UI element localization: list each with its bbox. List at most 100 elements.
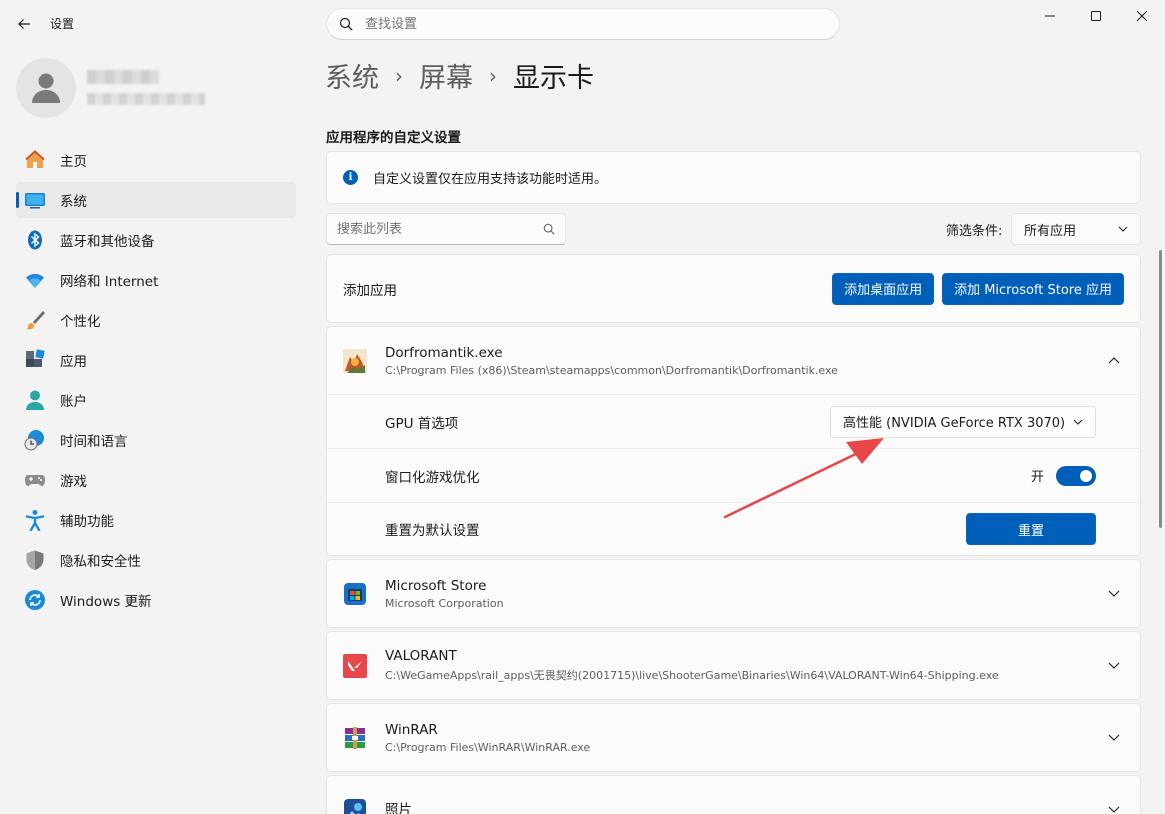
- back-button[interactable]: [10, 10, 38, 38]
- gpu-preference-value: 高性能 (NVIDIA GeForce RTX 3070): [843, 416, 1066, 431]
- app-card-winrar[interactable]: WinRAR C:\Program Files\WinRAR\WinRAR.ex…: [326, 703, 1141, 772]
- sidebar-item-label: 蓝牙和其他设备: [60, 234, 155, 250]
- section-title: 应用程序的自定义设置: [326, 130, 461, 146]
- back-arrow-icon: [18, 19, 30, 29]
- chevron-down-icon[interactable]: [1106, 730, 1122, 746]
- app-path: C:\Program Files (x86)\Steam\steamapps\c…: [385, 363, 838, 377]
- add-app-label: 添加应用: [343, 282, 397, 299]
- chevron-down-icon[interactable]: [1106, 802, 1122, 814]
- settings-search[interactable]: [326, 8, 840, 40]
- app-title: 设置: [50, 17, 75, 31]
- avatar[interactable]: [16, 58, 76, 118]
- filter-dropdown[interactable]: 所有应用: [1011, 213, 1141, 245]
- wifi-icon: [24, 269, 46, 291]
- list-search-input[interactable]: [337, 221, 543, 237]
- app-card-valorant[interactable]: VALORANT C:\WeGameApps\rail_apps\无畏契约(20…: [326, 631, 1141, 700]
- minimize-button[interactable]: [1027, 0, 1073, 32]
- minimize-icon: [1045, 15, 1055, 17]
- windowed-optimization-toggle-wrap: 开: [1030, 465, 1096, 486]
- chevron-down-icon: [1073, 419, 1083, 425]
- sidebar-item-label: 账户: [60, 394, 87, 410]
- app-card-photos[interactable]: 照片: [326, 775, 1141, 814]
- breadcrumb-system[interactable]: 系统: [325, 56, 379, 95]
- sidebar-item-label: 隐私和安全性: [60, 554, 141, 570]
- time-language-icon: [24, 429, 46, 451]
- sidebar-item-time-language[interactable]: 时间和语言: [16, 422, 296, 458]
- close-icon: [1137, 11, 1147, 21]
- maximize-button[interactable]: [1073, 0, 1119, 32]
- update-icon: [24, 589, 46, 611]
- filter-label: 筛选条件:: [946, 224, 1003, 239]
- sidebar-item-home[interactable]: 主页: [16, 142, 296, 178]
- add-desktop-app-button[interactable]: 添加桌面应用: [832, 272, 935, 305]
- profile-email-redacted: [87, 93, 205, 105]
- breadcrumb: 系统 › 屏幕 › 显示卡: [325, 56, 594, 95]
- sidebar-item-accounts[interactable]: 账户: [16, 382, 296, 418]
- gpu-preference-label: GPU 首选项: [385, 415, 459, 432]
- sidebar-item-personalization[interactable]: 个性化: [16, 302, 296, 338]
- chevron-down-icon: [1118, 226, 1128, 232]
- home-icon: [24, 149, 46, 171]
- app-card-microsoft-store[interactable]: Microsoft Store Microsoft Corporation: [326, 559, 1141, 628]
- account-icon: [24, 389, 46, 411]
- sidebar-item-gaming[interactable]: 游戏: [16, 462, 296, 498]
- windowed-optimization-toggle[interactable]: [1056, 465, 1096, 486]
- info-text: 自定义设置仅在应用支持该功能时适用。: [373, 172, 608, 187]
- sidebar: 主页 系统 蓝牙和其他设备 网络和 Internet 个性化 应用 账户 时间和…: [16, 142, 296, 622]
- breadcrumb-separator-icon: ›: [489, 63, 497, 88]
- gpu-preference-dropdown[interactable]: 高性能 (NVIDIA GeForce RTX 3070): [830, 405, 1096, 438]
- valorant-icon: [343, 653, 367, 678]
- add-app-card: 添加应用 添加桌面应用 添加 Microsoft Store 应用: [326, 254, 1141, 323]
- search-icon: [339, 17, 353, 31]
- sidebar-item-label: 应用: [60, 354, 87, 370]
- scrollbar-thumb[interactable]: [1159, 250, 1162, 528]
- list-search[interactable]: [326, 213, 566, 245]
- sidebar-item-apps[interactable]: 应用: [16, 342, 296, 378]
- shield-icon: [24, 549, 46, 571]
- windowed-optimization-label: 窗口化游戏优化: [385, 469, 480, 486]
- app-card-header[interactable]: Dorfromantik.exe C:\Program Files (x86)\…: [327, 327, 1140, 395]
- info-icon: i: [343, 170, 358, 185]
- sidebar-item-windows-update[interactable]: Windows 更新: [16, 582, 296, 618]
- chevron-down-icon[interactable]: [1106, 658, 1122, 674]
- sidebar-item-network[interactable]: 网络和 Internet: [16, 262, 296, 298]
- sidebar-item-accessibility[interactable]: 辅助功能: [16, 502, 296, 538]
- photos-icon: [343, 798, 367, 814]
- accessibility-icon: [24, 509, 46, 531]
- breadcrumb-display[interactable]: 屏幕: [419, 56, 473, 95]
- sidebar-item-privacy[interactable]: 隐私和安全性: [16, 542, 296, 578]
- windowed-game-optimization-row: 窗口化游戏优化 开: [327, 449, 1140, 503]
- settings-search-input[interactable]: [365, 16, 805, 32]
- app-card-dorfromantik: Dorfromantik.exe C:\Program Files (x86)\…: [326, 326, 1141, 556]
- app-path: C:\Program Files\WinRAR\WinRAR.exe: [385, 740, 591, 754]
- sidebar-item-label: 系统: [60, 194, 87, 210]
- toggle-state-label: 开: [1030, 470, 1044, 485]
- sidebar-item-label: 辅助功能: [60, 514, 114, 530]
- add-store-app-button[interactable]: 添加 Microsoft Store 应用: [942, 272, 1124, 305]
- sidebar-item-system[interactable]: 系统: [16, 182, 296, 218]
- app-name: Dorfromantik.exe: [385, 344, 503, 361]
- app-name: 照片: [385, 802, 412, 814]
- app-path: Microsoft Corporation: [385, 596, 504, 610]
- microsoft-store-icon: [343, 582, 367, 606]
- dorfromantik-icon: [343, 348, 367, 373]
- chevron-up-icon[interactable]: [1106, 353, 1122, 369]
- chevron-down-icon[interactable]: [1106, 586, 1122, 602]
- system-icon: [24, 189, 46, 211]
- window-controls: [1027, 0, 1165, 32]
- close-button[interactable]: [1119, 0, 1165, 32]
- apps-icon: [24, 349, 46, 371]
- sidebar-item-label: 网络和 Internet: [60, 274, 159, 290]
- bluetooth-icon: [24, 229, 46, 251]
- app-name: WinRAR: [385, 721, 438, 738]
- search-icon: [543, 223, 555, 235]
- sidebar-item-label: 主页: [60, 154, 87, 170]
- sidebar-item-label: 时间和语言: [60, 434, 128, 450]
- sidebar-item-label: 游戏: [60, 474, 87, 490]
- sidebar-item-label: 个性化: [60, 314, 101, 330]
- reset-button[interactable]: 重置: [966, 513, 1096, 545]
- gpu-preference-row: GPU 首选项 高性能 (NVIDIA GeForce RTX 3070): [327, 395, 1140, 449]
- sidebar-item-bluetooth[interactable]: 蓝牙和其他设备: [16, 222, 296, 258]
- info-banner: i 自定义设置仅在应用支持该功能时适用。: [326, 151, 1141, 204]
- reset-row: 重置为默认设置 重置: [327, 503, 1140, 555]
